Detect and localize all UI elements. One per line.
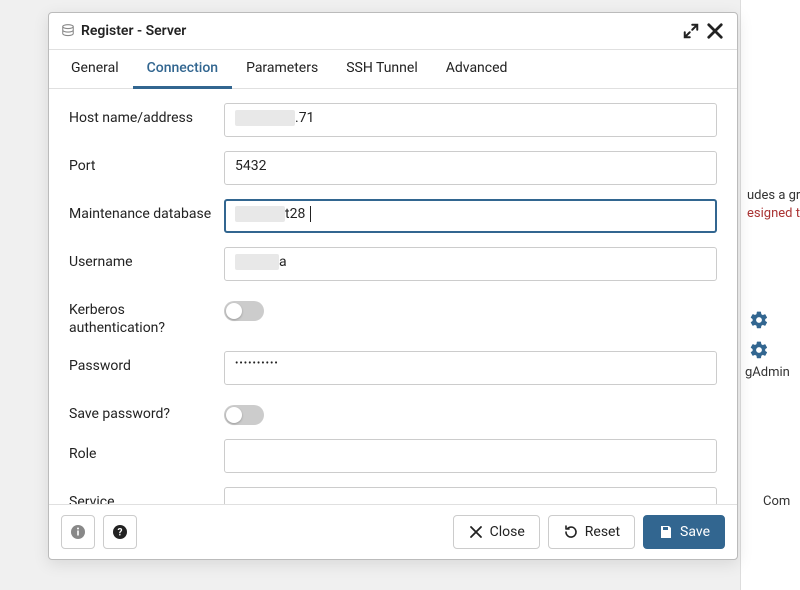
svg-text:?: ? <box>118 528 123 539</box>
password-input[interactable]: •••••••••• <box>224 351 717 385</box>
reset-icon <box>563 524 579 540</box>
close-label: Close <box>490 524 525 540</box>
service-label: Service <box>69 487 224 504</box>
background-content: udes a gr esigned t gAdmin Com <box>740 0 800 590</box>
info-button[interactable] <box>61 515 95 549</box>
port-label: Port <box>69 151 224 176</box>
maintenance-db-label: Maintenance database <box>69 199 224 224</box>
dialog-title: Register - Server <box>81 23 677 39</box>
close-button[interactable]: Close <box>453 515 540 549</box>
username-input[interactable]: a <box>224 247 717 281</box>
save-button[interactable]: Save <box>643 515 725 549</box>
service-input[interactable] <box>224 487 717 504</box>
close-icon <box>705 21 725 41</box>
help-button[interactable]: ? <box>103 515 137 549</box>
role-input[interactable] <box>224 439 717 473</box>
host-label: Host name/address <box>69 103 224 128</box>
reset-label: Reset <box>585 524 620 540</box>
gear-icon <box>749 340 769 360</box>
tab-ssh-tunnel[interactable]: SSH Tunnel <box>332 50 432 89</box>
password-label: Password <box>69 351 224 376</box>
username-label: Username <box>69 247 224 272</box>
tab-parameters[interactable]: Parameters <box>232 50 332 89</box>
save-password-toggle[interactable] <box>224 405 264 425</box>
form-body: Host name/address .71 Port 5432 Maintena… <box>49 89 737 504</box>
tab-advanced[interactable]: Advanced <box>432 50 522 89</box>
expand-icon <box>681 21 701 41</box>
register-server-dialog: Register - Server General Connection Par… <box>48 12 738 560</box>
info-icon <box>70 524 86 540</box>
dialog-footer: ? Close Reset Save <box>49 504 737 559</box>
gear-icon <box>749 310 769 330</box>
kerberos-label: Kerberos authentication? <box>69 295 224 337</box>
help-icon: ? <box>112 524 128 540</box>
kerberos-toggle[interactable] <box>224 301 264 321</box>
x-icon <box>468 524 484 540</box>
database-icon <box>61 24 75 38</box>
save-label: Save <box>680 524 710 540</box>
save-password-label: Save password? <box>69 399 224 424</box>
tab-connection[interactable]: Connection <box>133 50 232 89</box>
role-label: Role <box>69 439 224 464</box>
maintenance-db-input[interactable]: t28 <box>224 199 717 233</box>
port-input[interactable]: 5432 <box>224 151 717 185</box>
save-icon <box>658 524 674 540</box>
tab-bar: General Connection Parameters SSH Tunnel… <box>49 50 737 89</box>
host-input[interactable]: .71 <box>224 103 717 137</box>
close-dialog-button[interactable] <box>705 21 725 41</box>
maximize-button[interactable] <box>681 21 701 41</box>
tab-general[interactable]: General <box>57 50 133 89</box>
dialog-titlebar: Register - Server <box>49 13 737 50</box>
reset-button[interactable]: Reset <box>548 515 635 549</box>
